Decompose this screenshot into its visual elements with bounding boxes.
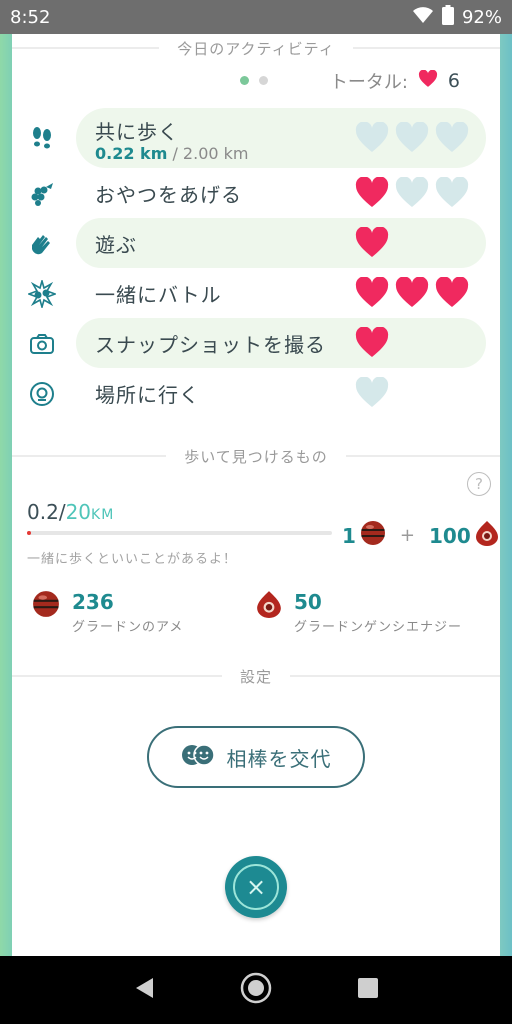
walk-current: 0.2 <box>27 500 59 524</box>
buddy-panel[interactable]: 今日のアクティビティ トータル: 6 共に歩く 0.22 km / 2.00 k… <box>12 34 501 956</box>
activity-visit[interactable]: 場所に行く <box>12 368 500 418</box>
camera-icon <box>28 330 56 358</box>
walk-header: 歩いて見つけるもの <box>12 446 500 466</box>
heart-filled-icon <box>355 177 389 207</box>
settings-header: 設定 <box>12 666 501 686</box>
walk-distance: 0.2/20KM <box>27 500 114 524</box>
page-dot-2[interactable] <box>259 76 268 85</box>
reward-plus: + <box>399 525 416 546</box>
reward-energy-count: 100 <box>429 523 471 548</box>
activity-hearts <box>355 227 389 259</box>
heart-empty-icon <box>395 122 429 152</box>
activity-hearts <box>355 177 469 209</box>
walk-goal: 20 <box>65 500 92 524</box>
heart-icon <box>418 69 438 93</box>
back-icon[interactable] <box>133 976 155 1004</box>
close-icon: × <box>233 864 279 910</box>
activity-hearts <box>355 377 389 409</box>
candy-icon <box>360 520 386 551</box>
energy-label: グラードンゲンシエナジー <box>294 620 463 635</box>
activity-snapshot[interactable]: スナップショットを撮る <box>12 318 500 368</box>
page-dot-1[interactable] <box>240 76 249 85</box>
candy-stat: 236 グラードンのアメ <box>32 590 183 635</box>
battery-icon <box>441 4 454 30</box>
heart-filled-icon <box>355 277 389 307</box>
energy-stat: 50 グラードンゲンシエナジー <box>256 590 462 635</box>
recents-icon[interactable] <box>357 977 379 1003</box>
location-icon <box>28 380 56 408</box>
walk-progress: 0.22 km / 2.00 km <box>95 144 248 163</box>
activity-label: 場所に行く <box>95 383 200 407</box>
walk-progress-fill <box>27 531 31 535</box>
activity-hearts <box>355 122 469 154</box>
activity-play[interactable]: 遊ぶ <box>12 218 500 268</box>
heart-filled-icon <box>355 327 389 357</box>
help-button[interactable]: ? <box>467 472 491 496</box>
settings-title: 設定 <box>240 667 273 686</box>
walk-progress-bar <box>27 531 332 535</box>
activity-label: 共に歩く <box>95 120 179 144</box>
activity-label: 一緒にバトル <box>95 283 222 307</box>
walk-reward: 1 + 100 <box>342 520 499 551</box>
activities-title: 今日のアクティビティ <box>177 39 335 58</box>
total-value: 6 <box>447 70 460 92</box>
candy-icon <box>32 590 60 622</box>
heart-empty-icon <box>435 122 469 152</box>
swap-buddy-button[interactable]: 相棒を交代 <box>147 726 365 788</box>
walk-progress-total: / 2.00 km <box>167 144 249 163</box>
activity-label: おやつをあげる <box>95 183 242 207</box>
wifi-icon <box>412 6 434 29</box>
status-bar: 8:52 92% <box>0 0 512 34</box>
heart-total: トータル: 6 <box>330 68 460 94</box>
heart-empty-icon <box>355 122 389 152</box>
heart-empty-icon <box>435 177 469 207</box>
navigation-bar <box>0 956 512 1024</box>
reward-candy-count: 1 <box>342 523 356 548</box>
activity-highlight <box>76 218 486 268</box>
buddy-swap-icon <box>181 742 215 773</box>
activity-label: スナップショットを撮る <box>95 333 326 357</box>
activity-battle[interactable]: 一緒にバトル <box>12 268 500 318</box>
heart-filled-icon <box>395 277 429 307</box>
energy-count: 50 <box>294 590 322 614</box>
walk-progress-current: 0.22 km <box>95 144 168 163</box>
heart-empty-icon <box>355 377 389 407</box>
activity-treat[interactable]: おやつをあげる <box>12 168 500 218</box>
walk-unit: KM <box>91 507 115 523</box>
berries-icon <box>28 180 56 208</box>
swap-buddy-label: 相棒を交代 <box>226 746 332 771</box>
walk-hint: 一緒に歩くといいことがあるよ！ <box>27 552 238 567</box>
primal-energy-icon <box>256 590 282 622</box>
activity-label: 遊ぶ <box>95 233 137 257</box>
page-indicator[interactable] <box>240 76 268 85</box>
primal-energy-icon <box>475 520 499 551</box>
walk-slash: / <box>58 500 66 524</box>
heart-empty-icon <box>395 177 429 207</box>
candy-label: グラードンのアメ <box>72 620 184 635</box>
activity-hearts <box>355 277 469 309</box>
battle-icon <box>28 280 56 308</box>
footprints-icon <box>28 124 56 152</box>
hand-wave-icon <box>28 230 56 258</box>
close-button[interactable]: × <box>225 856 287 918</box>
candy-count: 236 <box>72 590 114 614</box>
walk-title: 歩いて見つけるもの <box>184 447 328 466</box>
heart-filled-icon <box>355 227 389 257</box>
activity-hearts <box>355 327 389 359</box>
app-area: 今日のアクティビティ トータル: 6 共に歩く 0.22 km / 2.00 k… <box>0 34 512 956</box>
status-time: 8:52 <box>10 6 51 28</box>
home-icon[interactable] <box>240 972 272 1008</box>
heart-filled-icon <box>435 277 469 307</box>
total-label: トータル: <box>329 72 408 93</box>
activity-walk[interactable]: 共に歩く 0.22 km / 2.00 km <box>12 108 500 168</box>
battery-percent: 92% <box>461 6 502 28</box>
activities-header: 今日のアクティビティ <box>12 38 501 58</box>
